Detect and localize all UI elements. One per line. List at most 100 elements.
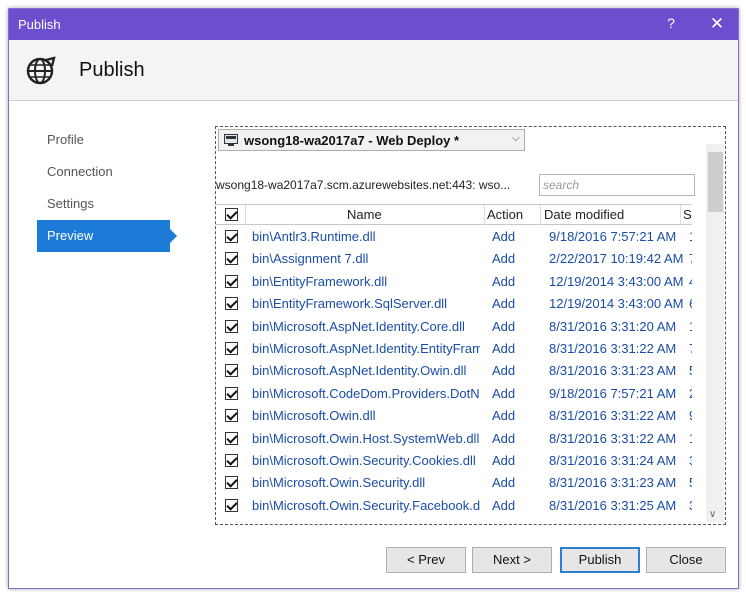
column-header-date[interactable]: Date modified xyxy=(544,207,624,222)
table-row[interactable]: bin\Microsoft.CodeDom.Providers.DotNet Ad… xyxy=(216,383,692,405)
file-name: bin\Microsoft.Owin.Host.SystemWeb.dll xyxy=(252,430,480,446)
table-row[interactable]: bin\Microsoft.AspNet.Identity.Owin.dll Ad… xyxy=(216,360,692,382)
file-size: 1 xyxy=(689,319,692,334)
close-icon[interactable]: ✕ xyxy=(704,13,730,35)
file-name: bin\Microsoft.CodeDom.Providers.DotNet xyxy=(252,385,480,401)
table-row[interactable]: bin\EntityFramework.SqlServer.dll Add 12/1… xyxy=(216,293,692,315)
file-name: bin\Assignment 7.dll xyxy=(252,251,369,267)
file-size: 1 xyxy=(689,229,692,244)
file-size: 7 xyxy=(689,251,692,266)
grid-header: Name Action Date modified Si xyxy=(216,205,692,225)
table-row[interactable]: bin\Microsoft.AspNet.Identity.EntityFram… xyxy=(216,338,692,360)
file-action: Add xyxy=(492,341,516,356)
file-name: bin\Antlr3.Runtime.dll xyxy=(252,229,376,244)
file-action: Add xyxy=(492,363,516,379)
nav-item-connection[interactable]: Connection xyxy=(37,156,187,188)
file-action: Add xyxy=(492,497,516,513)
nav-item-profile[interactable]: Profile xyxy=(37,124,187,156)
file-size: 9 xyxy=(689,408,692,423)
server-icon xyxy=(224,134,238,146)
file-name: bin\Microsoft.AspNet.Identity.Owin.dll xyxy=(252,363,467,379)
column-divider xyxy=(540,205,541,225)
file-action: Add xyxy=(492,273,516,289)
scrollbar-thumb[interactable] xyxy=(708,152,723,212)
file-name: bin\Microsoft.Owin.Security.Facebook.dll xyxy=(252,497,480,513)
file-size: 2 xyxy=(689,386,692,401)
table-row[interactable]: bin\Antlr3.Runtime.dll Add 9/18/2016 7:57:… xyxy=(216,226,692,248)
file-size: 3 xyxy=(689,453,692,468)
preview-panel: wsong18-wa2017a7 - Web Deploy * ⌵ wsong1… xyxy=(215,126,726,525)
file-name: bin\Microsoft.AspNet.Identity.Core.dll xyxy=(252,318,465,334)
file-action: Add xyxy=(492,296,516,312)
row-checkbox[interactable] xyxy=(225,386,238,400)
help-button[interactable]: ? xyxy=(661,15,681,31)
next-button[interactable]: Next > xyxy=(472,547,552,573)
table-row[interactable]: bin\EntityFramework.dll Add 12/19/2014 3:4… xyxy=(216,271,692,293)
active-arrow-icon xyxy=(170,229,177,243)
file-action: Add xyxy=(492,229,516,244)
scroll-down-icon[interactable]: ∨ xyxy=(709,509,716,520)
file-date: 12/19/2014 3:43:00 AM xyxy=(549,296,684,312)
row-checkbox[interactable] xyxy=(225,274,238,288)
wizard-nav: Profile Connection Settings Preview xyxy=(37,124,187,252)
title-bar: Publish ? ✕ xyxy=(9,9,738,40)
table-row[interactable]: bin\Microsoft.AspNet.Identity.Core.dll Ad… xyxy=(216,316,692,338)
file-date: 8/31/2016 3:31:22 AM xyxy=(549,341,677,356)
row-checkbox[interactable] xyxy=(225,431,238,445)
file-action: Add xyxy=(492,385,516,401)
window-title: Publish xyxy=(18,17,61,32)
vertical-scrollbar[interactable]: ∨ xyxy=(706,144,724,522)
server-address: wsong18-wa2017a7.scm.azurewebsites.net:4… xyxy=(216,178,511,192)
profile-name: wsong18-wa2017a7 - Web Deploy * xyxy=(244,133,460,148)
row-checkbox[interactable] xyxy=(225,364,238,378)
nav-item-settings[interactable]: Settings xyxy=(37,188,187,220)
column-header-name[interactable]: Name xyxy=(347,207,382,222)
table-row[interactable]: bin\Microsoft.Owin.Security.Facebook.dll… xyxy=(216,495,692,517)
column-header-action[interactable]: Action xyxy=(487,207,523,222)
file-date: 8/31/2016 3:31:20 AM xyxy=(549,318,677,334)
file-size: 1 xyxy=(689,431,692,446)
file-action: Add xyxy=(492,251,516,267)
table-row[interactable]: bin\Assignment 7.dll Add 2/22/2017 10:19:4… xyxy=(216,248,692,270)
column-divider xyxy=(245,205,246,225)
file-name: bin\EntityFramework.SqlServer.dll xyxy=(252,296,448,312)
file-date: 9/18/2016 7:57:21 AM xyxy=(549,385,677,401)
select-all-checkbox[interactable] xyxy=(225,208,238,221)
column-divider xyxy=(484,205,485,225)
row-checkbox[interactable] xyxy=(225,454,238,467)
profile-dropdown[interactable]: wsong18-wa2017a7 - Web Deploy * ⌵ xyxy=(218,129,525,151)
column-divider xyxy=(680,205,681,225)
nav-item-label: Connection xyxy=(47,164,113,179)
table-row[interactable]: bin\Microsoft.Owin.Host.SystemWeb.dll Add… xyxy=(216,428,692,450)
file-size: 5 xyxy=(689,475,692,490)
row-checkbox[interactable] xyxy=(225,476,238,490)
table-row[interactable]: bin\Microsoft.Owin.Security.Cookies.dll A… xyxy=(216,450,692,472)
row-checkbox[interactable] xyxy=(225,409,238,423)
row-checkbox[interactable] xyxy=(225,297,238,311)
file-name: bin\Microsoft.Owin.dll xyxy=(252,408,376,424)
prev-button[interactable]: < Prev xyxy=(386,547,466,573)
page-title: Publish xyxy=(79,59,145,81)
row-checkbox[interactable] xyxy=(225,498,238,512)
table-row[interactable]: bin\Microsoft.Owin.Security.dll Add 8/31/2… xyxy=(216,472,692,494)
row-checkbox[interactable] xyxy=(225,230,238,243)
search-input[interactable] xyxy=(539,174,695,196)
nav-item-label: Preview xyxy=(47,228,94,243)
file-name: bin\EntityFramework.dll xyxy=(252,273,388,289)
file-action: Add xyxy=(492,430,516,446)
close-button[interactable]: Close xyxy=(646,547,726,573)
file-name: bin\Microsoft.Owin.Security.Cookies.dll xyxy=(252,453,476,468)
column-header-size[interactable]: Si xyxy=(683,207,692,222)
table-row[interactable]: bin\Microsoft.Owin.dll Add 8/31/2016 3:31:… xyxy=(216,405,692,427)
nav-item-preview[interactable]: Preview xyxy=(37,220,177,252)
row-checkbox[interactable] xyxy=(225,319,238,333)
publish-button[interactable]: Publish xyxy=(560,547,640,573)
file-action: Add xyxy=(492,318,516,334)
globe-publish-icon xyxy=(26,56,56,85)
file-action: Add xyxy=(492,453,516,468)
file-size: 3 xyxy=(689,498,692,513)
file-size: 7 xyxy=(689,341,692,356)
row-checkbox[interactable] xyxy=(225,342,238,355)
row-checkbox[interactable] xyxy=(225,252,238,266)
dialog-header: Publish xyxy=(9,40,738,101)
